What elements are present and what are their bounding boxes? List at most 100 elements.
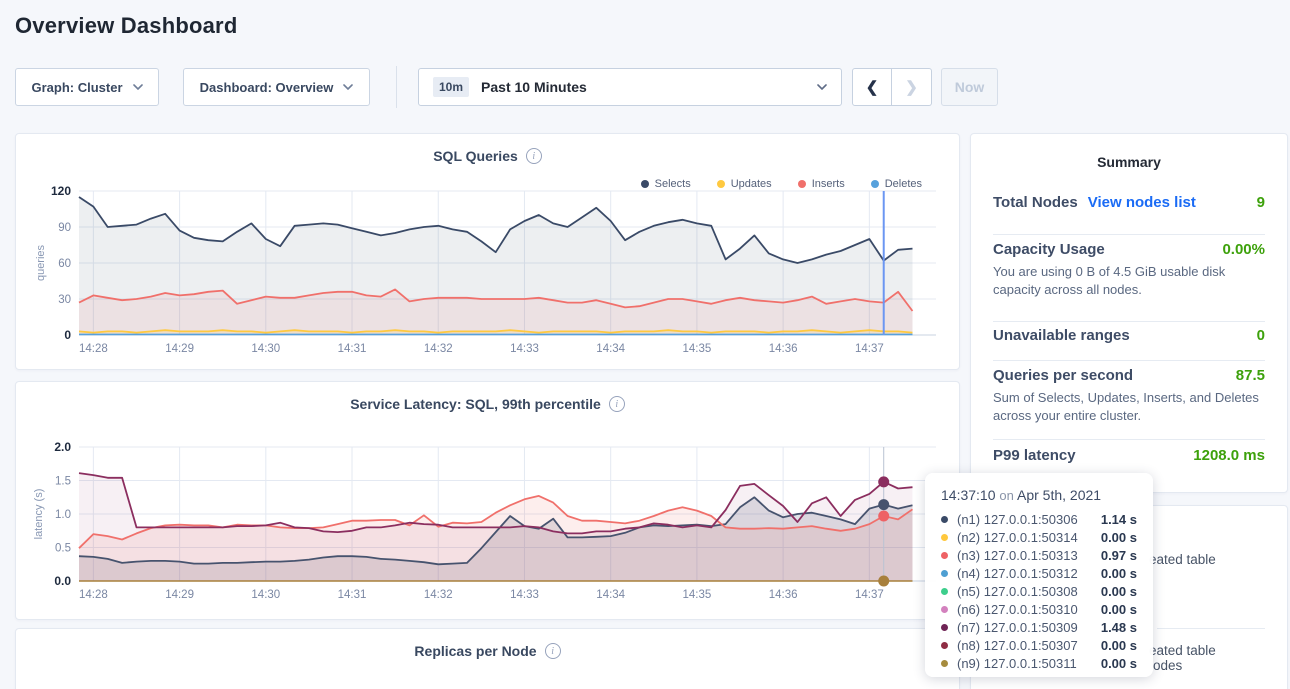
time-range-picker[interactable]: 10m Past 10 Minutes bbox=[418, 68, 842, 106]
event-item-fragment[interactable]: eated table bbox=[1149, 643, 1216, 658]
summary-divider bbox=[993, 360, 1265, 361]
tooltip-node-row: (n3) 127.0.0.1:503130.97 s bbox=[941, 546, 1141, 564]
view-nodes-list-link[interactable]: View nodes list bbox=[1088, 194, 1196, 211]
node-address: (n8) 127.0.0.1:50307 bbox=[957, 638, 1101, 653]
svg-text:14:32: 14:32 bbox=[424, 343, 453, 355]
summary-divider bbox=[993, 321, 1265, 322]
total-nodes-value: 9 bbox=[1257, 194, 1265, 211]
tooltip-node-rows: (n1) 127.0.0.1:503061.14 s(n2) 127.0.0.1… bbox=[941, 510, 1141, 672]
summary-row-total-nodes: Total Nodes View nodes list 9 bbox=[993, 194, 1265, 211]
time-nav-buttons: ❮ ❯ bbox=[852, 68, 932, 106]
svg-text:0: 0 bbox=[64, 328, 71, 342]
info-icon[interactable]: i bbox=[526, 148, 542, 164]
tooltip-node-row: (n1) 127.0.0.1:503061.14 s bbox=[941, 510, 1141, 528]
svg-text:60: 60 bbox=[58, 258, 71, 270]
svg-text:14:37: 14:37 bbox=[855, 589, 884, 601]
node-address: (n7) 127.0.0.1:50309 bbox=[957, 620, 1101, 635]
node-color-dot bbox=[941, 660, 948, 667]
prev-range-button[interactable]: ❮ bbox=[852, 68, 892, 106]
chevron-down-icon bbox=[133, 84, 143, 90]
summary-panel: Summary Total Nodes View nodes list 9 Ca… bbox=[970, 133, 1288, 493]
node-latency-value: 0.00 s bbox=[1101, 656, 1137, 671]
svg-text:14:37: 14:37 bbox=[855, 343, 884, 355]
p99-latency-value: 1208.0 ms bbox=[1193, 447, 1265, 464]
node-latency-value: 0.00 s bbox=[1101, 638, 1137, 653]
node-latency-value: 0.97 s bbox=[1101, 548, 1137, 563]
tooltip-node-row: (n5) 127.0.0.1:503080.00 s bbox=[941, 582, 1141, 600]
svg-text:14:32: 14:32 bbox=[424, 589, 453, 601]
svg-text:1.5: 1.5 bbox=[55, 476, 71, 488]
summary-row-p99: P99 latency 1208.0 ms bbox=[993, 447, 1265, 464]
summary-row-capacity: Capacity Usage 0.00% bbox=[993, 241, 1265, 258]
time-range-badge: 10m bbox=[433, 77, 469, 97]
summary-divider bbox=[993, 439, 1265, 440]
node-address: (n2) 127.0.0.1:50314 bbox=[957, 530, 1101, 545]
chevron-down-icon bbox=[343, 84, 353, 90]
node-address: (n1) 127.0.0.1:50306 bbox=[957, 512, 1101, 527]
capacity-usage-value: 0.00% bbox=[1222, 241, 1265, 258]
dashboard-dropdown-label: Dashboard: Overview bbox=[200, 80, 334, 95]
sql-queries-chart-card: SQL Queries i SelectsUpdatesInsertsDelet… bbox=[15, 133, 960, 370]
replicas-title: Replicas per Node bbox=[414, 643, 536, 659]
summary-header: Summary bbox=[971, 154, 1287, 170]
now-button-label: Now bbox=[955, 79, 985, 95]
node-address: (n9) 127.0.0.1:50311 bbox=[957, 656, 1101, 671]
svg-text:latency (s): latency (s) bbox=[33, 489, 45, 540]
sql-queries-chart[interactable]: 14:2814:2914:3014:3114:3214:3314:3414:35… bbox=[16, 184, 961, 370]
node-color-dot bbox=[941, 624, 948, 631]
svg-text:14:33: 14:33 bbox=[510, 343, 539, 355]
event-item-fragment[interactable]: eated table bbox=[1149, 552, 1216, 567]
tooltip-timestamp: 14:37:10 on Apr 5th, 2021 bbox=[941, 487, 1141, 503]
tooltip-node-row: (n7) 127.0.0.1:503091.48 s bbox=[941, 618, 1141, 636]
now-button[interactable]: Now bbox=[941, 68, 998, 106]
tooltip-node-row: (n4) 127.0.0.1:503120.00 s bbox=[941, 564, 1141, 582]
node-color-dot bbox=[941, 552, 948, 559]
chart-hover-tooltip: 14:37:10 on Apr 5th, 2021 (n1) 127.0.0.1… bbox=[925, 473, 1153, 677]
service-latency-chart[interactable]: 14:2814:2914:3014:3114:3214:3314:3414:35… bbox=[16, 438, 961, 618]
svg-text:14:35: 14:35 bbox=[683, 589, 712, 601]
info-icon[interactable]: i bbox=[609, 396, 625, 412]
tooltip-node-row: (n8) 127.0.0.1:503070.00 s bbox=[941, 636, 1141, 654]
svg-text:14:31: 14:31 bbox=[338, 589, 367, 601]
node-color-dot bbox=[941, 534, 948, 541]
next-range-button[interactable]: ❯ bbox=[892, 68, 932, 106]
service-latency-title: Service Latency: SQL, 99th percentile bbox=[350, 396, 601, 412]
dashboard-dropdown[interactable]: Dashboard: Overview bbox=[183, 68, 370, 106]
sql-queries-title-row: SQL Queries i bbox=[16, 148, 959, 164]
tooltip-node-row: (n9) 127.0.0.1:503110.00 s bbox=[941, 654, 1141, 672]
page-title: Overview Dashboard bbox=[15, 13, 237, 39]
svg-text:14:28: 14:28 bbox=[79, 589, 108, 601]
svg-text:14:34: 14:34 bbox=[596, 589, 625, 601]
svg-text:14:29: 14:29 bbox=[165, 343, 194, 355]
summary-divider bbox=[993, 234, 1265, 235]
svg-text:14:30: 14:30 bbox=[251, 589, 280, 601]
tooltip-node-row: (n2) 127.0.0.1:503140.00 s bbox=[941, 528, 1141, 546]
replicas-title-row: Replicas per Node i bbox=[16, 643, 959, 659]
node-latency-value: 1.48 s bbox=[1101, 620, 1137, 635]
unavailable-ranges-label: Unavailable ranges bbox=[993, 327, 1130, 344]
graph-dropdown[interactable]: Graph: Cluster bbox=[15, 68, 159, 106]
node-address: (n3) 127.0.0.1:50313 bbox=[957, 548, 1101, 563]
node-address: (n6) 127.0.0.1:50310 bbox=[957, 602, 1101, 617]
node-address: (n4) 127.0.0.1:50312 bbox=[957, 566, 1101, 581]
svg-text:2.0: 2.0 bbox=[54, 440, 71, 454]
node-color-dot bbox=[941, 588, 948, 595]
events-divider bbox=[1157, 628, 1265, 629]
svg-text:0.5: 0.5 bbox=[55, 543, 71, 555]
node-latency-value: 0.00 s bbox=[1101, 602, 1137, 617]
chevron-left-icon: ❮ bbox=[866, 78, 879, 96]
svg-text:14:36: 14:36 bbox=[769, 589, 798, 601]
svg-text:queries: queries bbox=[35, 244, 47, 281]
svg-text:14:31: 14:31 bbox=[338, 343, 367, 355]
svg-text:90: 90 bbox=[58, 222, 71, 234]
event-item-fragment[interactable]: odes bbox=[1153, 658, 1182, 673]
svg-text:30: 30 bbox=[58, 294, 71, 306]
sql-queries-title: SQL Queries bbox=[433, 148, 518, 164]
tooltip-on: on bbox=[999, 488, 1013, 503]
qps-value: 87.5 bbox=[1236, 367, 1265, 384]
node-latency-value: 0.00 s bbox=[1101, 530, 1137, 545]
node-latency-value: 1.14 s bbox=[1101, 512, 1137, 527]
total-nodes-label: Total Nodes bbox=[993, 194, 1078, 211]
node-color-dot bbox=[941, 642, 948, 649]
info-icon[interactable]: i bbox=[545, 643, 561, 659]
